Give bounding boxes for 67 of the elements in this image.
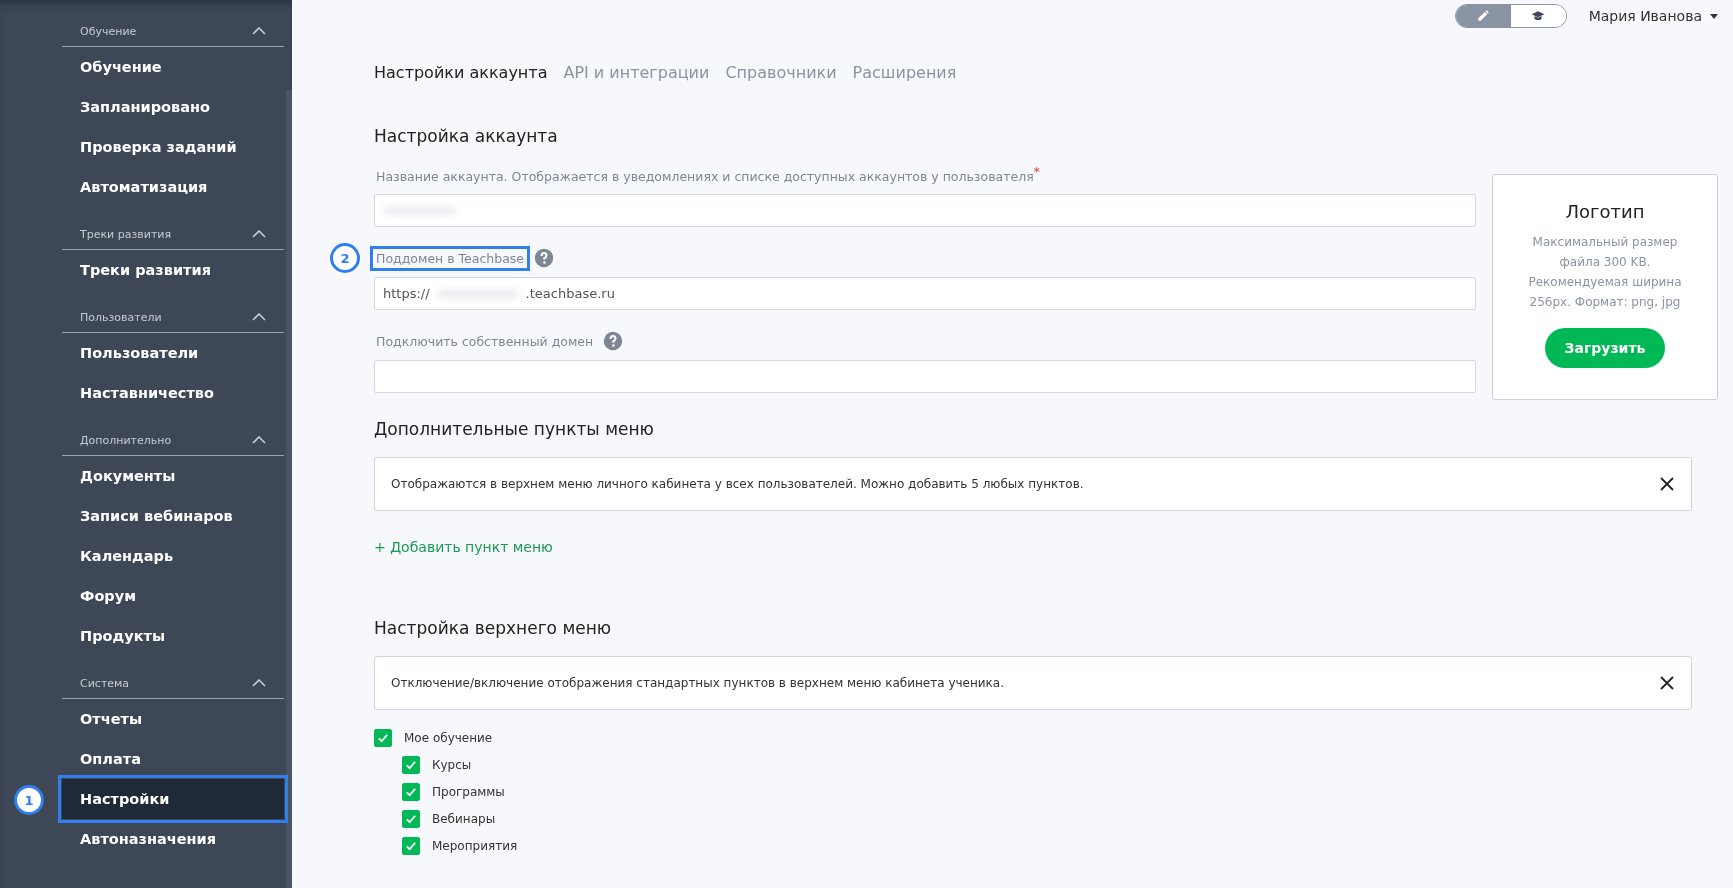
checkbox-label: Мое обучение [404, 730, 493, 745]
check-icon [405, 758, 417, 771]
check-icon [405, 785, 417, 798]
checkbox-label: Программы [432, 784, 505, 799]
check-icon [377, 731, 389, 744]
close-icon[interactable] [1659, 675, 1675, 691]
check-icon [405, 839, 417, 852]
scrollbar[interactable] [286, 90, 292, 888]
sidebar-item[interactable]: Обучение [62, 47, 284, 87]
sidebar-item[interactable]: Документы [62, 456, 284, 496]
sidebar-item[interactable]: Календарь [62, 536, 284, 576]
checkbox-label: Мероприятия [432, 838, 518, 853]
group-title: Дополнительно [80, 433, 172, 447]
help-icon[interactable] [603, 331, 624, 351]
chevron-up-icon[interactable] [252, 436, 266, 444]
checkbox-label: Вебинары [432, 811, 496, 826]
field-label: Подключить собственный домен [375, 332, 595, 350]
mode-toggle-button[interactable] [1510, 5, 1566, 27]
field-value: .teachbase.ru [525, 286, 615, 301]
tab[interactable]: Настройки аккаунта [374, 63, 548, 82]
group-title: Обучение [80, 24, 137, 38]
chevron-up-icon[interactable] [252, 27, 266, 35]
sidebar-item[interactable]: Автоматизация [62, 167, 284, 207]
sidebar-item[interactable]: Проверка заданий [62, 127, 284, 167]
input-field[interactable]: https:// .teachbase.ru [374, 277, 1476, 310]
close-icon[interactable] [1659, 476, 1675, 492]
pencil-icon [1476, 9, 1491, 23]
group-title: Система [80, 676, 130, 690]
sidebar-item[interactable]: Оплата [62, 739, 284, 779]
sidebar-item[interactable]: Форум [62, 576, 284, 616]
section-title: Настройка аккаунта [374, 126, 559, 146]
sidebar-item[interactable]: Наставничество [62, 373, 284, 413]
section-title: Дополнительные пункты меню [374, 419, 655, 439]
group-title: Треки развития [80, 227, 172, 241]
checkbox[interactable] [402, 755, 420, 774]
checkbox-label: Курсы [432, 757, 472, 772]
caret-down-icon [1710, 13, 1718, 19]
sidebar-item[interactable]: Запланировано [62, 87, 284, 127]
checkbox[interactable] [374, 728, 392, 747]
card-title: Логотип [1565, 201, 1645, 222]
check-icon [405, 812, 417, 825]
checkbox[interactable] [402, 782, 420, 801]
input-field[interactable] [374, 194, 1476, 227]
notice-text: Отключение/включение отображения стандартных пунктов в верхнем меню кабинета ученика. [391, 676, 1005, 690]
callout-badge: 2 [330, 243, 360, 273]
section-title: Настройка верхнего меню [374, 618, 613, 638]
sidebar-item[interactable]: Автоназначения [62, 819, 284, 859]
card-description: Максимальный размер файла 300 KB. Рекомендуемая ширина 256px. Формат: png, jpg [1527, 234, 1683, 311]
checkbox[interactable] [402, 809, 420, 828]
graduation-cap-icon [1531, 9, 1546, 23]
chevron-up-icon[interactable] [252, 230, 266, 238]
sidebar-item[interactable]: Отчеты [62, 699, 284, 739]
sidebar-item[interactable]: Записи вебинаров [62, 496, 284, 536]
callout-badge: 1 [14, 785, 44, 815]
mode-toggle-button[interactable] [1455, 5, 1511, 27]
field-value: https:// [383, 286, 430, 301]
chevron-up-icon[interactable] [252, 313, 266, 321]
sidebar-item[interactable]: Пользователи [62, 333, 284, 373]
input-field[interactable] [374, 360, 1476, 393]
sidebar-item[interactable]: Треки развития [62, 250, 284, 290]
group-title: Пользователи [80, 310, 162, 324]
sidebar-item[interactable]: Продукты [62, 616, 284, 656]
notice-text: Отображаются в верхнем меню личного кабинета у всех пользователей. Можно добавить 5 любых пунктов. [391, 477, 1084, 491]
help-icon[interactable] [534, 248, 555, 268]
chevron-up-icon[interactable] [252, 679, 266, 687]
checkbox[interactable] [402, 836, 420, 855]
user-name[interactable]: Мария Иванова [1588, 8, 1702, 24]
